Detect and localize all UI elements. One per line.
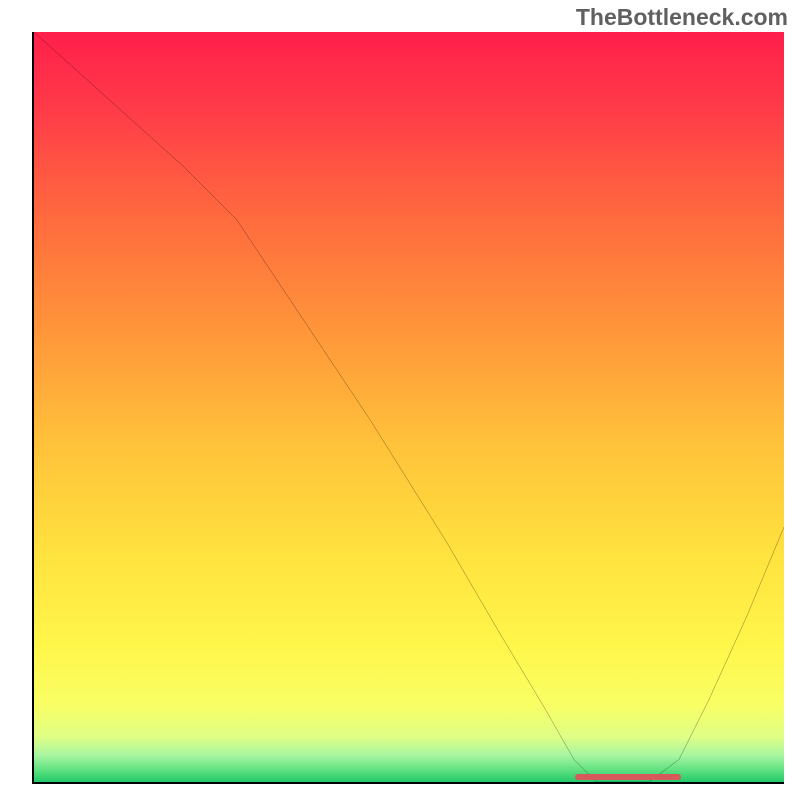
background-gradient (34, 32, 784, 782)
optimal-range-marker (575, 774, 680, 780)
plot-area (32, 32, 784, 784)
watermark-text: TheBottleneck.com (576, 4, 788, 31)
